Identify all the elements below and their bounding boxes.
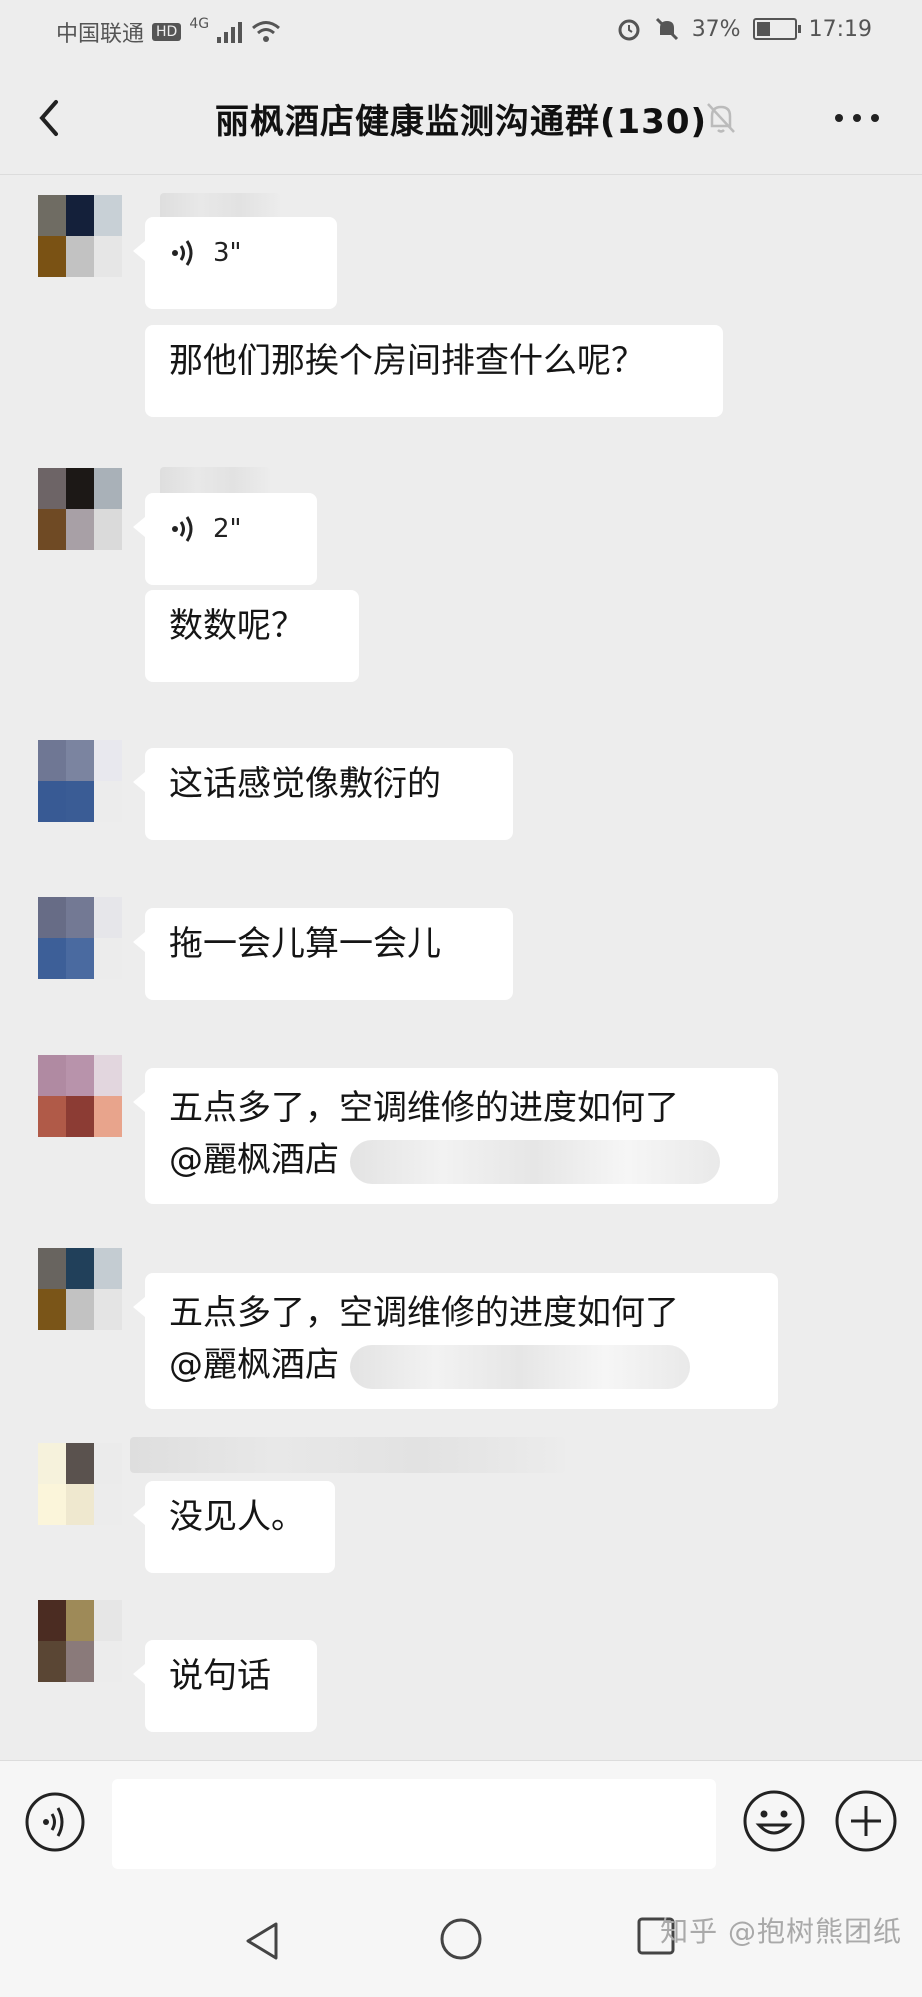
network-label: 4G xyxy=(189,16,210,32)
redacted-area xyxy=(349,1344,690,1389)
message-bubble[interactable]: 五点多了，空调维修的进度如何了 @麗枫酒店 xyxy=(133,1068,778,1204)
message-text: 五点多了，空调维修的进度如何了 xyxy=(169,1293,679,1333)
message-bubble[interactable]: 这话感觉像敷衍的 xyxy=(133,748,513,840)
mention-text: @麗枫酒店 xyxy=(169,1345,339,1385)
message-bubble[interactable]: 数数呢？ xyxy=(145,590,359,682)
message-bubble[interactable]: 拖一会儿算一会儿 xyxy=(133,908,513,1000)
battery-icon xyxy=(752,18,801,40)
input-bar xyxy=(0,1760,922,1887)
message-text: 那他们那挨个房间排查什么呢？ xyxy=(169,341,645,381)
avatar[interactable] xyxy=(38,1600,122,1682)
triangle-back-icon[interactable] xyxy=(240,1918,286,1964)
voice-message[interactable]: 2" xyxy=(133,493,317,585)
message-text: 数数呢？ xyxy=(169,606,305,646)
chat-title: 丽枫酒店健康监测沟通群(130) xyxy=(214,102,708,142)
watermark: 知乎 @抱树熊团纸 xyxy=(660,1915,902,1948)
more-dots-icon[interactable] xyxy=(832,106,882,130)
voice-icon[interactable] xyxy=(24,1791,86,1853)
hd-badge: HD xyxy=(152,23,182,41)
avatar[interactable] xyxy=(38,1443,122,1525)
message-input[interactable] xyxy=(112,1779,716,1869)
voice-message[interactable]: 3" xyxy=(133,217,337,309)
wifi-icon xyxy=(252,21,281,42)
avatar[interactable] xyxy=(38,740,122,822)
message-bubble[interactable]: 没见人。 xyxy=(133,1481,335,1573)
avatar[interactable] xyxy=(38,1248,122,1330)
mention-text: @麗枫酒店 xyxy=(169,1140,339,1180)
message-text: 没见人。 xyxy=(169,1497,305,1537)
bell-off-icon xyxy=(707,103,735,133)
circle-home-icon[interactable] xyxy=(438,1916,484,1962)
emoji-icon[interactable] xyxy=(742,1789,806,1853)
chat-header: 丽枫酒店健康监测沟通群(130) xyxy=(0,62,922,175)
silent-icon xyxy=(655,17,678,41)
avatar[interactable] xyxy=(38,468,122,550)
message-bubble[interactable]: 说句话 xyxy=(133,1640,317,1732)
voice-icon xyxy=(172,240,193,266)
message-bubble[interactable]: 那他们那挨个房间排查什么呢？ xyxy=(145,325,723,417)
voice-duration: 2" xyxy=(213,514,242,544)
avatar[interactable] xyxy=(38,195,122,277)
avatar[interactable] xyxy=(38,1055,122,1137)
message-text: 这话感觉像敷衍的 xyxy=(169,764,441,804)
signal-icon xyxy=(217,22,243,43)
plus-icon[interactable] xyxy=(834,1789,898,1853)
message-text: 拖一会儿算一会儿 xyxy=(169,924,441,964)
clock: 17:19 xyxy=(808,16,872,42)
status-bar: 中国联通 HD 4G 37% 17:19 xyxy=(0,0,922,62)
sender-name xyxy=(130,1437,565,1473)
battery-percent: 37% xyxy=(691,16,741,42)
carrier-label: 中国联通 xyxy=(56,22,145,47)
message-list[interactable]: 3" 那他们那挨个房间排查什么呢？ 2" 数数呢？ 这话感觉像敷衍的 拖一会儿算… xyxy=(0,175,922,1760)
message-text: 五点多了，空调维修的进度如何了 xyxy=(169,1088,679,1128)
system-nav-bar: 知乎 @抱树熊团纸 xyxy=(0,1886,922,1997)
message-bubble[interactable]: 五点多了，空调维修的进度如何了 @麗枫酒店 xyxy=(133,1273,778,1409)
alarm-icon xyxy=(618,19,640,41)
voice-icon xyxy=(172,516,193,542)
redacted-area xyxy=(349,1139,720,1184)
message-text: 说句话 xyxy=(169,1656,271,1696)
voice-duration: 3" xyxy=(213,238,242,268)
avatar[interactable] xyxy=(38,897,122,979)
